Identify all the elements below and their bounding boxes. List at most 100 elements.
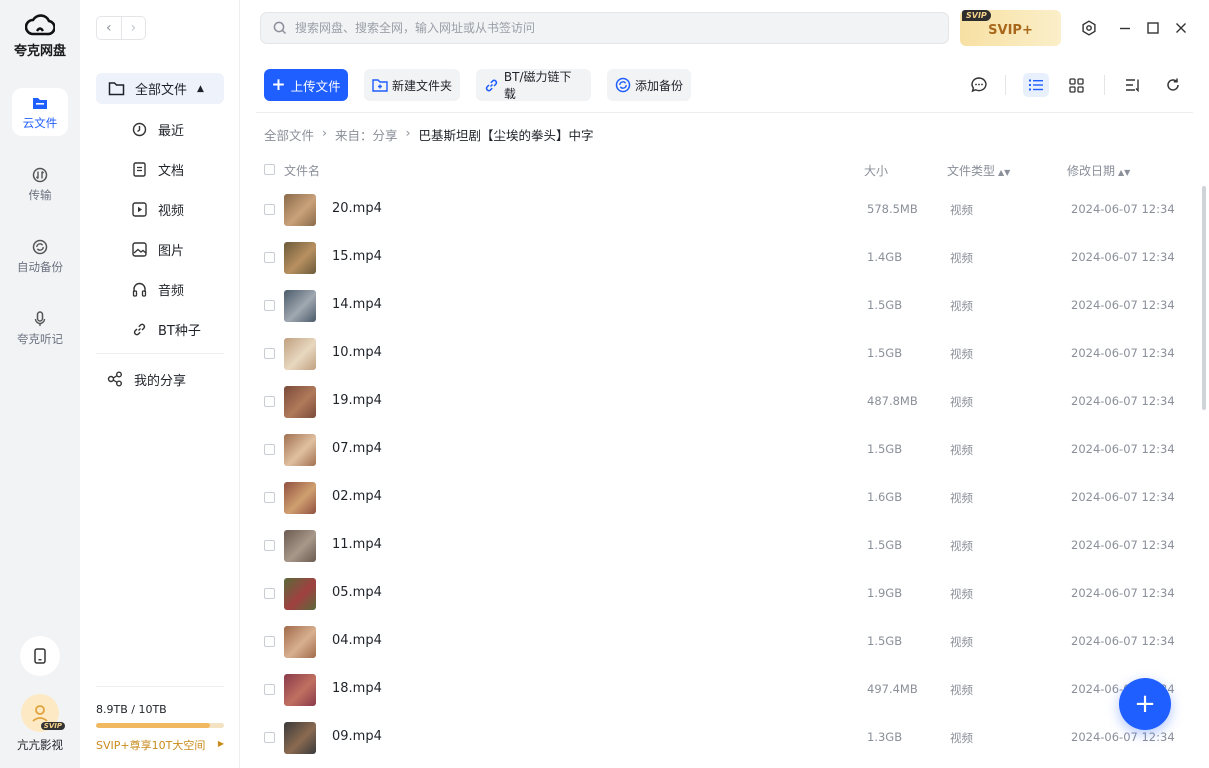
bt-download-button[interactable]: BT/磁力链下载 [476,69,591,101]
table-row[interactable]: 04.mp4 1.5GB 视频 2024-06-07 12:34 [256,618,1186,666]
list-view-button[interactable] [1023,73,1049,97]
minimize-button[interactable] [1114,17,1136,39]
user-profile[interactable]: SVIP 亢亢影视 [0,694,80,753]
file-type: 视频 [950,443,973,457]
table-row[interactable]: 10.mp4 1.5GB 视频 2024-06-07 12:34 [256,330,1186,378]
header-date[interactable]: 修改日期 ▲▼ [1067,162,1130,179]
header-name[interactable]: 文件名 [284,162,320,179]
file-size: 1.9GB [867,586,903,600]
close-button[interactable] [1170,17,1192,39]
sidebar-item-bt-seeds[interactable]: BT种子 [130,318,201,340]
file-name[interactable]: 05.mp4 [332,585,382,600]
breadcrumb-root[interactable]: 全部文件 [264,125,314,144]
table-row[interactable]: 02.mp4 1.6GB 视频 2024-06-07 12:34 [256,474,1186,522]
refresh-button[interactable] [1161,73,1185,97]
row-checkbox[interactable] [264,540,275,551]
row-checkbox[interactable] [264,300,275,311]
upload-button[interactable]: + 上传文件 [264,69,348,101]
sidebar-item-documents[interactable]: 文档 [130,158,184,180]
sidebar-item-recent[interactable]: 最近 [130,118,184,140]
file-date: 2024-06-07 12:34 [1071,394,1175,408]
file-name[interactable]: 07.mp4 [332,441,382,456]
video-thumbnail [284,578,316,610]
svip-promo-link[interactable]: SVIP+尊享10T大空间 ▶ [96,737,224,753]
file-name[interactable]: 10.mp4 [332,345,382,360]
header-type-label: 文件类型 [947,164,996,178]
table-row[interactable]: 14.mp4 1.5GB 视频 2024-06-07 12:34 [256,282,1186,330]
scrollbar[interactable] [1202,186,1206,410]
sidebar-item-all-files[interactable]: 全部文件 ▲ [96,73,224,104]
file-name[interactable]: 19.mp4 [332,393,382,408]
table-row[interactable]: 11.mp4 1.5GB 视频 2024-06-07 12:34 [256,522,1186,570]
row-checkbox[interactable] [264,348,275,359]
row-checkbox[interactable] [264,732,275,743]
rail-item-transfer[interactable]: 传输 [12,160,68,208]
link-icon [484,77,500,93]
video-thumbnail [284,194,316,226]
sidebar-item-audio[interactable]: 音频 [130,278,184,300]
search-bar[interactable] [260,12,949,44]
maximize-button[interactable] [1142,17,1164,39]
sidebar-item-my-share[interactable]: 我的分享 [106,368,186,390]
row-checkbox[interactable] [264,492,275,503]
mobile-device-button[interactable] [20,636,60,676]
search-input[interactable] [295,21,895,35]
header-size[interactable]: 大小 [864,162,888,179]
grid-view-button[interactable] [1064,73,1088,97]
file-name[interactable]: 15.mp4 [332,249,382,264]
file-name[interactable]: 04.mp4 [332,633,382,648]
table-row[interactable]: 15.mp4 1.4GB 视频 2024-06-07 12:34 [256,234,1186,282]
file-size: 1.5GB [867,442,903,456]
rail-item-cloud-files[interactable]: 云文件 [12,88,68,136]
row-checkbox[interactable] [264,252,275,263]
row-checkbox[interactable] [264,444,275,455]
file-name[interactable]: 02.mp4 [332,489,382,504]
phone-icon [34,648,46,664]
file-name[interactable]: 14.mp4 [332,297,382,312]
add-backup-button[interactable]: 添加备份 [607,69,691,101]
breadcrumb-from[interactable]: 来自：分享 [335,125,398,144]
row-checkbox[interactable] [264,636,275,647]
header-type[interactable]: 文件类型 ▲▼ [947,162,1010,179]
table-row[interactable]: 18.mp4 497.4MB 视频 2024-06-07 12:34 [256,666,1186,714]
sidebar-item-images[interactable]: 图片 [130,238,184,260]
storage-bar [96,723,224,728]
chat-button[interactable] [967,73,991,97]
file-size: 1.5GB [867,634,903,648]
table-row[interactable]: 09.mp4 1.3GB 视频 2024-06-07 12:34 [256,714,1186,762]
svip-upgrade-button[interactable]: SVIP SVIP+ [960,10,1061,46]
row-checkbox[interactable] [264,588,275,599]
list-view-icon [1029,79,1043,91]
row-checkbox[interactable] [264,684,275,695]
file-name[interactable]: 09.mp4 [332,729,382,744]
table-row[interactable]: 20.mp4 578.5MB 视频 2024-06-07 12:34 [256,186,1186,234]
table-row[interactable]: 05.mp4 1.9GB 视频 2024-06-07 12:34 [256,570,1186,618]
select-all-checkbox[interactable] [264,164,275,175]
back-arrow-icon[interactable]: ‹ [97,17,121,39]
new-folder-button[interactable]: 新建文件夹 [364,69,460,101]
avatar[interactable]: SVIP [21,694,65,732]
breadcrumb: 全部文件 › 来自：分享 › 巴基斯坦剧【尘埃的拳头】中字 [264,125,602,144]
rail-item-quark-notes[interactable]: 夸克听记 [12,304,68,352]
file-name[interactable]: 18.mp4 [332,681,382,696]
sidebar-item-videos[interactable]: 视频 [130,198,184,220]
plus-icon: + [271,75,286,95]
forward-arrow-icon[interactable]: › [120,17,146,39]
file-name[interactable]: 11.mp4 [332,537,382,552]
sidebar-divider [96,353,224,354]
row-checkbox[interactable] [264,204,275,215]
my-share-label: 我的分享 [134,373,187,389]
rail-item-auto-backup[interactable]: 自动备份 [12,232,68,280]
rail-item-label: 云文件 [22,115,58,130]
file-date: 2024-06-07 12:34 [1071,490,1175,504]
file-name[interactable]: 20.mp4 [332,201,382,216]
file-date: 2024-06-07 12:34 [1071,586,1175,600]
row-checkbox[interactable] [264,396,275,407]
table-row[interactable]: 19.mp4 487.8MB 视频 2024-06-07 12:34 [256,378,1186,426]
sidebar-item-label: 视频 [158,203,185,219]
sort-icon: ▲▼ [1118,168,1131,177]
floating-add-button[interactable]: + [1119,678,1171,730]
settings-button[interactable] [1078,17,1100,39]
table-row[interactable]: 07.mp4 1.5GB 视频 2024-06-07 12:34 [256,426,1186,474]
sort-button[interactable] [1121,73,1145,97]
